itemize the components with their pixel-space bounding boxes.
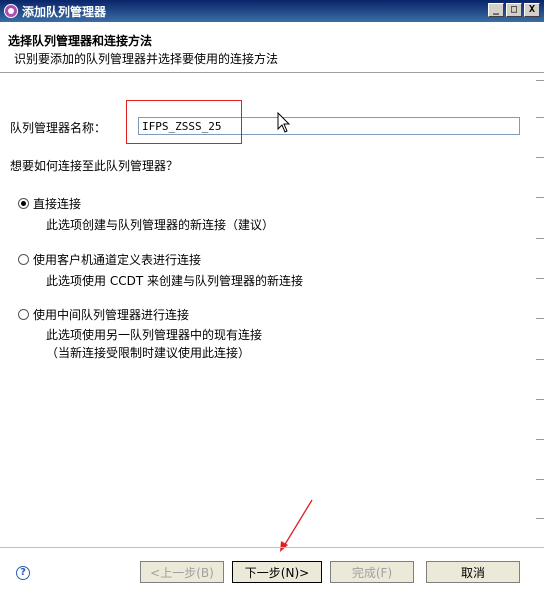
annotation-arrow-icon bbox=[280, 499, 313, 552]
cancel-button[interactable]: 取消 bbox=[426, 561, 520, 583]
page-description: 识别要添加的队列管理器并选择要使用的连接方法 bbox=[14, 52, 279, 66]
footer-divider bbox=[0, 547, 544, 548]
annotation-highlight-box bbox=[126, 100, 242, 144]
window-controls: _ □ X bbox=[488, 3, 540, 17]
maximize-button[interactable]: □ bbox=[506, 3, 522, 17]
connection-question: 想要如何连接至此队列管理器？ bbox=[10, 159, 179, 173]
next-button[interactable]: 下一步(N)> bbox=[232, 561, 322, 583]
qm-name-label: 队列管理器名称： bbox=[10, 121, 107, 135]
radio-icon[interactable] bbox=[18, 198, 29, 209]
window-title: 添加队列管理器 bbox=[22, 4, 107, 19]
back-button[interactable]: <上一步(B) bbox=[140, 561, 224, 583]
radio-direct-connect[interactable]: 直接连接 bbox=[18, 195, 81, 212]
close-button[interactable]: X bbox=[524, 3, 540, 17]
radio-ccdt-connect[interactable]: 使用客户机通道定义表进行连接 bbox=[18, 251, 201, 268]
app-icon bbox=[4, 4, 18, 18]
page-title: 选择队列管理器和连接方法 bbox=[8, 34, 153, 48]
mouse-cursor-icon bbox=[277, 112, 291, 133]
minimize-button[interactable]: _ bbox=[488, 3, 504, 17]
help-icon[interactable]: ? bbox=[16, 566, 30, 580]
option-label: 使用客户机通道定义表进行连接 bbox=[33, 253, 202, 267]
radio-intermediate-qm-connect[interactable]: 使用中间队列管理器进行连接 bbox=[18, 306, 189, 323]
option-description: （当新连接受限制时建议使用此连接） bbox=[46, 346, 251, 360]
option-label: 使用中间队列管理器进行连接 bbox=[33, 308, 190, 322]
window-titlebar: 添加队列管理器 _ □ X bbox=[0, 0, 544, 22]
radio-icon[interactable] bbox=[18, 309, 29, 320]
option-description: 此选项使用另一队列管理器中的现有连接 bbox=[46, 328, 263, 342]
finish-button[interactable]: 完成(F) bbox=[330, 561, 414, 583]
radio-icon[interactable] bbox=[18, 254, 29, 265]
wizard-header: 选择队列管理器和连接方法 识别要添加的队列管理器并选择要使用的连接方法 bbox=[0, 22, 544, 73]
option-description: 此选项使用 CCDT 来创建与队列管理器的新连接 bbox=[46, 274, 303, 288]
scrollbar-edge bbox=[534, 72, 544, 592]
option-description: 此选项创建与队列管理器的新连接（建议） bbox=[46, 218, 275, 232]
option-label: 直接连接 bbox=[33, 197, 82, 211]
